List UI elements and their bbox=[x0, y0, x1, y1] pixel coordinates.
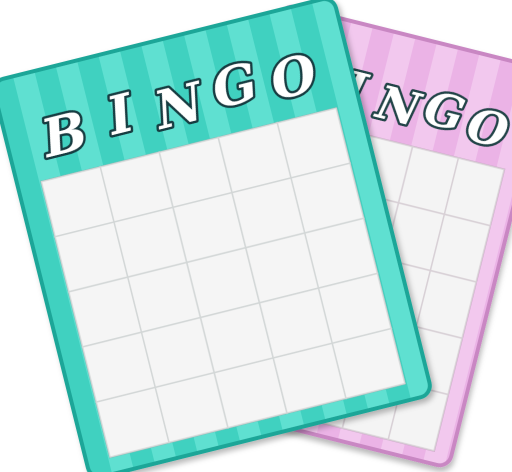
bingo-cards-illustration: BINGO BINGO bbox=[0, 0, 512, 472]
